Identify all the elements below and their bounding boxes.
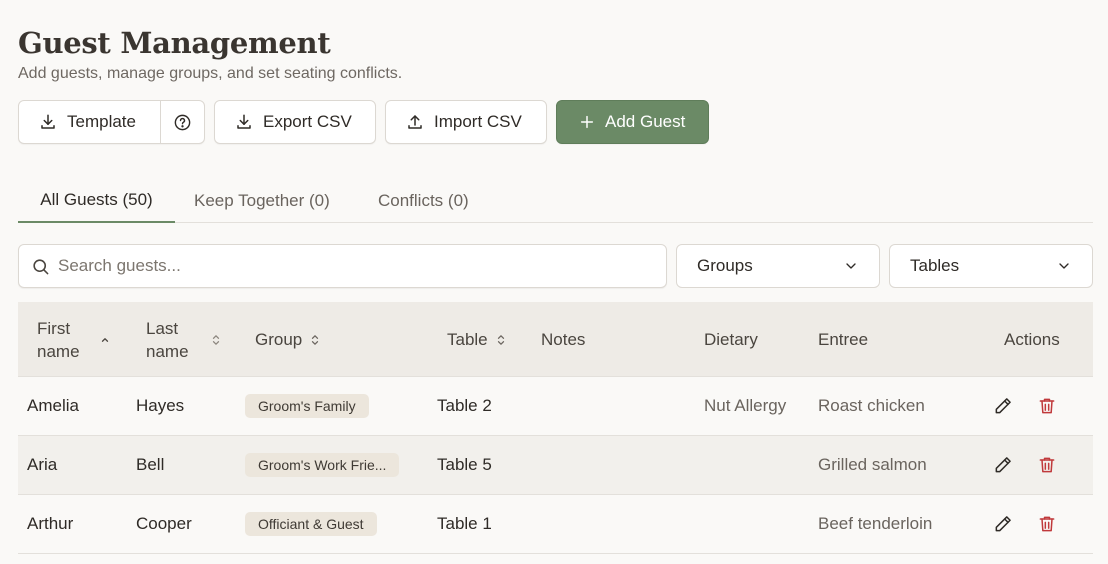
pencil-icon <box>993 455 1013 475</box>
header-group-label: Group <box>255 329 303 349</box>
page-subtitle: Add guests, manage groups, and set seati… <box>18 65 403 82</box>
sort-ascending-icon <box>100 335 110 345</box>
cell-entree: Grilled salmon <box>818 455 927 474</box>
header-last-name[interactable]: Last name <box>146 302 221 377</box>
tab-all-guests[interactable]: All Guests (50) <box>18 178 175 223</box>
search-icon <box>31 257 50 276</box>
sort-icon <box>211 333 221 347</box>
trash-icon <box>1037 514 1057 534</box>
group-badge: Officiant & Guest <box>245 512 377 536</box>
export-csv-label: Export CSV <box>263 112 352 131</box>
help-circle-icon <box>173 113 192 132</box>
page-title: Guest Management <box>18 26 331 60</box>
trash-icon <box>1037 455 1057 475</box>
upload-icon <box>406 113 424 131</box>
table-row: Amelia Hayes Groom's Family Table 2 Nut … <box>18 377 1093 436</box>
header-actions: Actions <box>1004 329 1060 349</box>
cell-group: Officiant & Guest <box>245 495 377 553</box>
tab-conflicts[interactable]: Conflicts (0) <box>378 178 469 223</box>
header-first-name[interactable]: First name <box>37 302 110 377</box>
edit-button[interactable] <box>992 495 1014 553</box>
cell-dietary: Nut Allergy <box>704 396 787 415</box>
guest-table: First name Last name Group Table Notes Die… <box>18 302 1093 554</box>
export-csv-button[interactable]: Export CSV <box>214 100 376 144</box>
header-table-label: Table <box>447 329 488 349</box>
cell-table: Table 2 <box>437 396 492 415</box>
template-button-label: Template <box>67 112 136 131</box>
cell-first-name: Aria <box>27 455 58 474</box>
edit-button[interactable] <box>992 436 1014 494</box>
header-table[interactable]: Table <box>447 302 506 377</box>
download-icon <box>39 113 57 131</box>
cell-entree: Roast chicken <box>818 396 925 415</box>
cell-last-name: Bell <box>136 455 165 474</box>
cell-group: Groom's Work Frie... <box>245 436 400 494</box>
header-first-name-line2: name <box>37 341 80 361</box>
trash-icon <box>1037 396 1057 416</box>
template-help-button[interactable] <box>161 101 204 143</box>
add-guest-button[interactable]: Add Guest <box>556 100 709 144</box>
template-button-group: Template <box>18 100 205 144</box>
cell-first-name: Arthur <box>27 514 74 533</box>
header-last-name-line2: name <box>146 341 189 361</box>
template-button[interactable]: Template <box>19 101 161 143</box>
delete-button[interactable] <box>1036 495 1058 553</box>
chevron-down-icon <box>1056 258 1072 274</box>
import-csv-label: Import CSV <box>434 112 522 131</box>
header-notes: Notes <box>541 329 586 349</box>
sort-icon <box>496 333 506 347</box>
tables-select-label: Tables <box>910 256 960 275</box>
download-icon <box>235 113 253 131</box>
table-row: Arthur Cooper Officiant & Guest Table 1 … <box>18 495 1093 554</box>
edit-button[interactable] <box>992 377 1014 435</box>
cell-entree: Beef tenderloin <box>818 514 933 533</box>
cell-group: Groom's Family <box>245 377 369 435</box>
search-box <box>18 244 667 288</box>
table-header: First name Last name Group Table Notes Die… <box>18 302 1093 377</box>
tab-keep-together[interactable]: Keep Together (0) <box>194 178 330 223</box>
table-row: Aria Bell Groom's Work Frie... Table 5 G… <box>18 436 1093 495</box>
groups-select-label: Groups <box>697 256 753 275</box>
delete-button[interactable] <box>1036 436 1058 494</box>
header-entree: Entree <box>818 329 869 349</box>
pencil-icon <box>993 396 1013 416</box>
groups-select[interactable]: Groups <box>676 244 880 288</box>
header-group[interactable]: Group <box>255 302 320 377</box>
cell-last-name: Hayes <box>136 396 185 415</box>
plus-icon <box>579 114 595 130</box>
guest-tabs: All Guests (50) Keep Together (0) Confli… <box>18 178 1093 223</box>
cell-first-name: Amelia <box>27 396 79 415</box>
header-last-name-line1: Last <box>146 318 179 338</box>
cell-table: Table 1 <box>437 514 492 533</box>
search-input[interactable] <box>58 256 638 276</box>
pencil-icon <box>993 514 1013 534</box>
group-badge: Groom's Work Frie... <box>245 453 400 477</box>
import-csv-button[interactable]: Import CSV <box>385 100 547 144</box>
tables-select[interactable]: Tables <box>889 244 1093 288</box>
cell-last-name: Cooper <box>136 514 192 533</box>
delete-button[interactable] <box>1036 377 1058 435</box>
toolbar: Template Export CSV Import CSV Add Guest <box>18 100 709 144</box>
header-first-name-line1: First <box>37 318 71 338</box>
add-guest-label: Add Guest <box>605 112 686 131</box>
header-dietary: Dietary <box>704 329 758 349</box>
cell-table: Table 5 <box>437 455 492 474</box>
chevron-down-icon <box>843 258 859 274</box>
sort-icon <box>310 333 320 347</box>
group-badge: Groom's Family <box>245 394 369 418</box>
